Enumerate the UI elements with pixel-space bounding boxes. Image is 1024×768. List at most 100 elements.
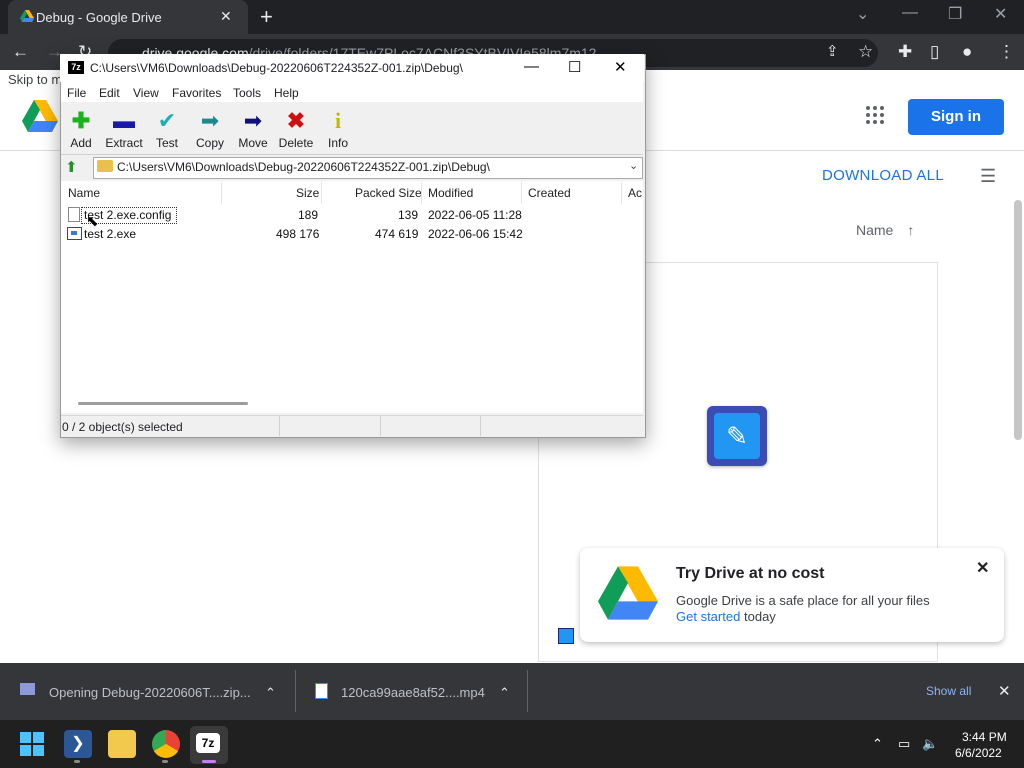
volume-icon[interactable]: 🔈 xyxy=(922,736,938,752)
add-button[interactable]: ✚ Add xyxy=(61,108,101,150)
column-accessed[interactable]: Ac xyxy=(628,186,642,200)
column-divider[interactable] xyxy=(521,182,522,204)
sz-minimize-icon[interactable]: — xyxy=(524,58,539,75)
mouse-cursor-icon: ⬉ xyxy=(86,213,99,230)
extract-button[interactable]: ▬ Extract xyxy=(104,108,144,150)
tab-search-icon[interactable]: ⌄ xyxy=(856,4,869,24)
windows-start-icon[interactable] xyxy=(20,732,44,756)
chevron-down-icon[interactable]: ⌄ xyxy=(629,159,638,172)
clock-date[interactable]: 6/6/2022 xyxy=(955,746,1002,760)
arrow-up-icon: ↑ xyxy=(907,222,915,238)
download-item-2[interactable]: 120ca99aae8af52....mp4 xyxy=(341,685,485,700)
bookmark-star-icon[interactable]: ☆ xyxy=(858,42,873,62)
skip-link[interactable]: Skip to m xyxy=(8,72,62,87)
menu-view[interactable]: View xyxy=(133,86,159,100)
copy-button[interactable]: ➡ Copy xyxy=(190,108,230,150)
side-panel-icon[interactable]: ▯ xyxy=(930,42,939,62)
drive-favicon-icon xyxy=(20,10,34,22)
menu-edit[interactable]: Edit xyxy=(99,86,120,100)
sevenzip-logo-icon: 7z xyxy=(68,61,84,74)
powershell-icon[interactable]: ❯ xyxy=(64,730,92,758)
file-packed-size: 474 619 xyxy=(375,227,419,241)
apps-grid-icon[interactable] xyxy=(866,106,886,126)
file-explorer-icon[interactable] xyxy=(108,730,136,758)
drive-promo-logo-icon xyxy=(598,566,658,620)
config-file-icon xyxy=(68,207,80,222)
file-size: 189 xyxy=(298,208,319,222)
download-divider xyxy=(295,670,296,712)
sz-maximize-icon[interactable]: ☐ xyxy=(568,58,581,76)
drive-logo-icon xyxy=(22,100,58,132)
minimize-icon[interactable]: — xyxy=(902,4,918,22)
new-tab-icon[interactable]: + xyxy=(260,4,273,30)
clock-time[interactable]: 3:44 PM xyxy=(962,730,1007,744)
sign-in-button[interactable]: Sign in xyxy=(908,99,1004,135)
folder-icon xyxy=(97,160,113,172)
info-button[interactable]: i Info xyxy=(318,108,358,150)
sort-label: Name xyxy=(856,222,894,238)
share-icon[interactable]: ⇪ xyxy=(826,42,839,60)
promo-text: Google Drive is a safe place for all you… xyxy=(676,593,930,608)
download-all-button[interactable]: DOWNLOAD ALL xyxy=(822,167,944,184)
status-divider xyxy=(279,416,280,436)
status-divider xyxy=(380,416,381,436)
extensions-icon[interactable]: ✚ xyxy=(898,42,912,62)
network-icon[interactable]: ▭ xyxy=(898,736,910,752)
restore-icon[interactable]: ❐ xyxy=(948,4,962,24)
get-started-link[interactable]: Get started xyxy=(676,609,740,624)
download-item-1[interactable]: Opening Debug-20220606T....zip... xyxy=(49,685,251,700)
column-created[interactable]: Created xyxy=(528,186,571,200)
sevenzip-taskbar-icon[interactable]: 7z xyxy=(196,733,220,753)
move-button[interactable]: ➡ Move xyxy=(233,108,273,150)
status-text: 0 / 2 object(s) selected xyxy=(62,420,183,434)
horizontal-scrollbar[interactable] xyxy=(78,402,248,405)
test-button[interactable]: ✔ Test xyxy=(147,108,187,150)
exe-file-icon xyxy=(67,227,82,240)
tab-title: Debug - Google Drive xyxy=(36,10,162,25)
running-indicator xyxy=(162,760,168,763)
info-icon: i xyxy=(334,108,342,133)
menu-help[interactable]: Help xyxy=(274,86,299,100)
column-packed-size[interactable]: Packed Size xyxy=(355,186,422,200)
chrome-icon[interactable] xyxy=(152,730,180,758)
sz-close-icon[interactable]: ✕ xyxy=(614,58,627,76)
column-divider[interactable] xyxy=(421,182,422,204)
promo-close-icon[interactable]: ✕ xyxy=(976,558,989,578)
list-view-icon[interactable]: ☰ xyxy=(980,166,996,187)
column-size[interactable]: Size xyxy=(296,186,319,200)
move-icon: ➡ xyxy=(243,108,263,133)
column-divider[interactable] xyxy=(621,182,622,204)
up-folder-icon[interactable]: ⬆ xyxy=(65,158,78,176)
extract-icon: ▬ xyxy=(113,108,135,133)
sort-by-name[interactable]: Name ↑ xyxy=(856,222,914,238)
add-icon: ✚ xyxy=(71,108,91,133)
video-file-icon xyxy=(315,683,328,699)
test-icon: ✔ xyxy=(157,108,177,133)
column-divider[interactable] xyxy=(221,182,222,204)
back-icon[interactable]: ← xyxy=(12,42,29,62)
download-bar-close-icon[interactable]: ✕ xyxy=(998,682,1011,700)
menu-kebab-icon[interactable]: ⋮ xyxy=(998,42,1015,62)
chevron-up-icon[interactable]: ⌃ xyxy=(499,685,510,701)
tab-close-icon[interactable]: ✕ xyxy=(220,8,232,25)
profile-icon[interactable]: ● xyxy=(962,42,972,62)
menu-favorites[interactable]: Favorites xyxy=(172,86,221,100)
sevenzip-address-text: C:\Users\VM6\Downloads\Debug-20220606T22… xyxy=(117,160,490,174)
page-scrollbar[interactable] xyxy=(1014,200,1022,440)
edit-file-icon: ✎ xyxy=(714,413,760,459)
active-indicator xyxy=(202,760,216,763)
running-indicator xyxy=(74,760,80,763)
status-divider xyxy=(480,416,481,436)
column-name[interactable]: Name xyxy=(68,186,100,200)
promo-title: Try Drive at no cost xyxy=(676,565,825,582)
column-divider[interactable] xyxy=(321,182,322,204)
delete-button[interactable]: ✖ Delete xyxy=(276,108,316,150)
chevron-up-tray-icon[interactable]: ⌃ xyxy=(872,736,883,752)
menu-file[interactable]: File xyxy=(67,86,86,100)
show-all-button[interactable]: Show all xyxy=(926,684,971,698)
column-modified[interactable]: Modified xyxy=(428,186,473,200)
menu-tools[interactable]: Tools xyxy=(233,86,261,100)
close-window-icon[interactable]: ✕ xyxy=(994,4,1007,24)
file-size: 498 176 xyxy=(276,227,320,241)
chevron-up-icon[interactable]: ⌃ xyxy=(265,685,276,701)
